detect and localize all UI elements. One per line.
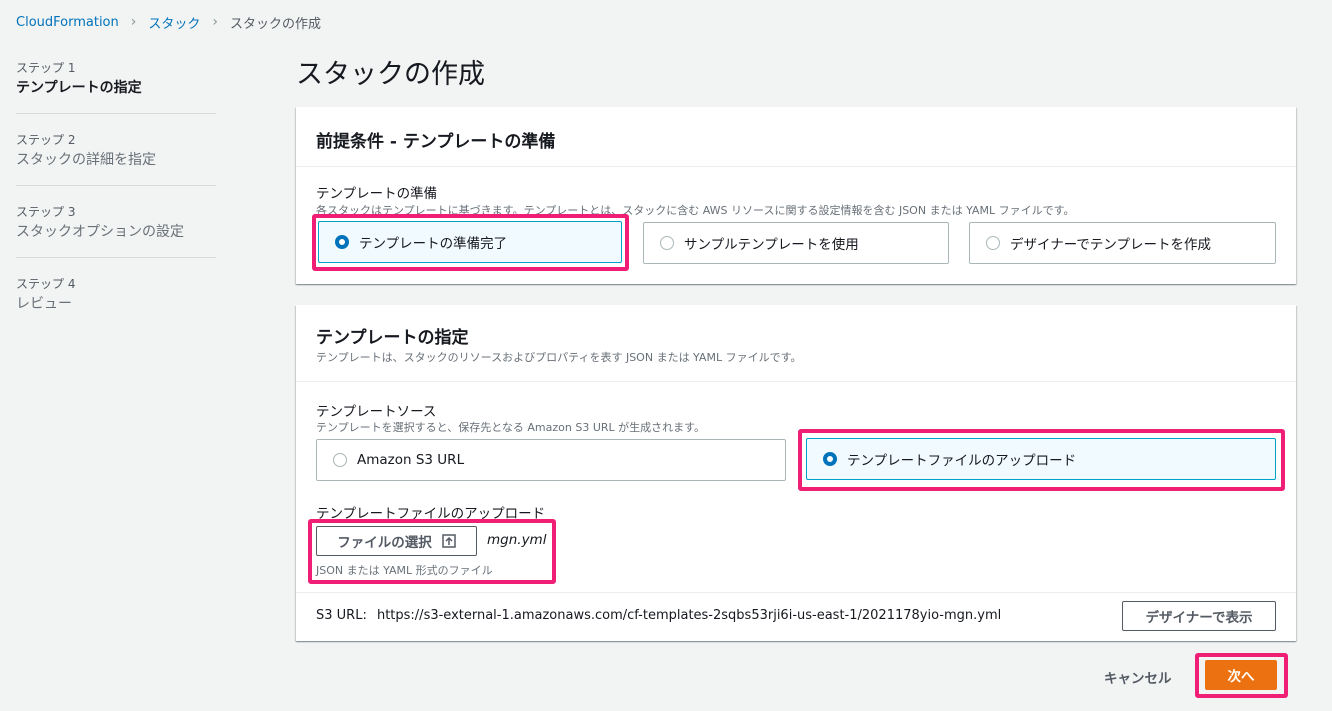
- radio-label: サンプルテンプレートを使用: [684, 237, 859, 253]
- radio-unselected-icon: [333, 453, 347, 467]
- step-number: ステップ 2: [16, 133, 76, 147]
- highlight-box: [1195, 653, 1288, 698]
- s3-url-value: https://s3-external-1.amazonaws.com/cf-t…: [376, 608, 1002, 623]
- chevron-right-icon: ›: [212, 14, 218, 30]
- highlight-box: [312, 214, 629, 271]
- radio-unselected-icon: [660, 236, 674, 250]
- radio-label: Amazon S3 URL: [357, 452, 465, 468]
- field-label: テンプレートソース: [316, 404, 437, 420]
- field-description: テンプレートを選択すると、保存先となる Amazon S3 URL が生成されま…: [316, 421, 706, 434]
- divider: [16, 257, 216, 258]
- radio-sample-template[interactable]: サンプルテンプレートを使用: [643, 222, 949, 264]
- field-label: テンプレートの準備: [316, 186, 438, 202]
- step-number: ステップ 4: [16, 277, 76, 291]
- chevron-right-icon: ›: [130, 14, 137, 30]
- panel-title: 前提条件 - テンプレートの準備: [316, 132, 556, 152]
- page-title: スタックの作成: [296, 59, 485, 90]
- cancel-button[interactable]: キャンセル: [1104, 667, 1172, 687]
- radio-designer-template[interactable]: デザイナーでテンプレートを作成: [969, 222, 1276, 264]
- divider: [296, 166, 1296, 167]
- radio-unselected-icon: [986, 236, 1000, 250]
- step-number: ステップ 1: [16, 61, 76, 75]
- radio-amazon-s3-url[interactable]: Amazon S3 URL: [316, 439, 786, 481]
- breadcrumb-current: スタックの作成: [229, 16, 321, 32]
- step-title: レビュー: [16, 296, 72, 312]
- breadcrumb: CloudFormation › スタック › スタックの作成: [16, 12, 321, 32]
- step-title: スタックオプションの設定: [16, 224, 184, 240]
- wizard-step-2[interactable]: ステップ 2 スタックの詳細を指定: [16, 132, 216, 170]
- step-number: ステップ 3: [16, 205, 76, 219]
- breadcrumb-stacks[interactable]: スタック: [148, 13, 200, 32]
- radio-label: デザイナーでテンプレートを作成: [1010, 237, 1212, 253]
- wizard-step-4[interactable]: ステップ 4 レビュー: [16, 276, 216, 314]
- highlight-box: [798, 429, 1285, 491]
- divider: [296, 381, 1296, 382]
- wizard-step-1[interactable]: ステップ 1 テンプレートの指定: [16, 60, 216, 98]
- wizard-step-3[interactable]: ステップ 3 スタックオプションの設定: [16, 204, 216, 242]
- panel-title: テンプレートの指定: [316, 328, 469, 348]
- s3-url-row: S3 URL: https://s3-external-1.amazonaws.…: [316, 608, 1001, 623]
- view-in-designer-button[interactable]: デザイナーで表示: [1122, 601, 1276, 631]
- divider: [16, 113, 216, 114]
- divider: [16, 185, 216, 186]
- step-title: スタックの詳細を指定: [16, 152, 156, 168]
- step-title: テンプレートの指定: [16, 80, 142, 96]
- breadcrumb-cloudformation[interactable]: CloudFormation: [16, 15, 119, 30]
- s3-url-label: S3 URL:: [316, 608, 367, 623]
- divider: [296, 592, 1296, 593]
- highlight-box: [308, 519, 556, 584]
- panel-description: テンプレートは、スタックのリソースおよびプロパティを表す JSON または YA…: [316, 351, 802, 364]
